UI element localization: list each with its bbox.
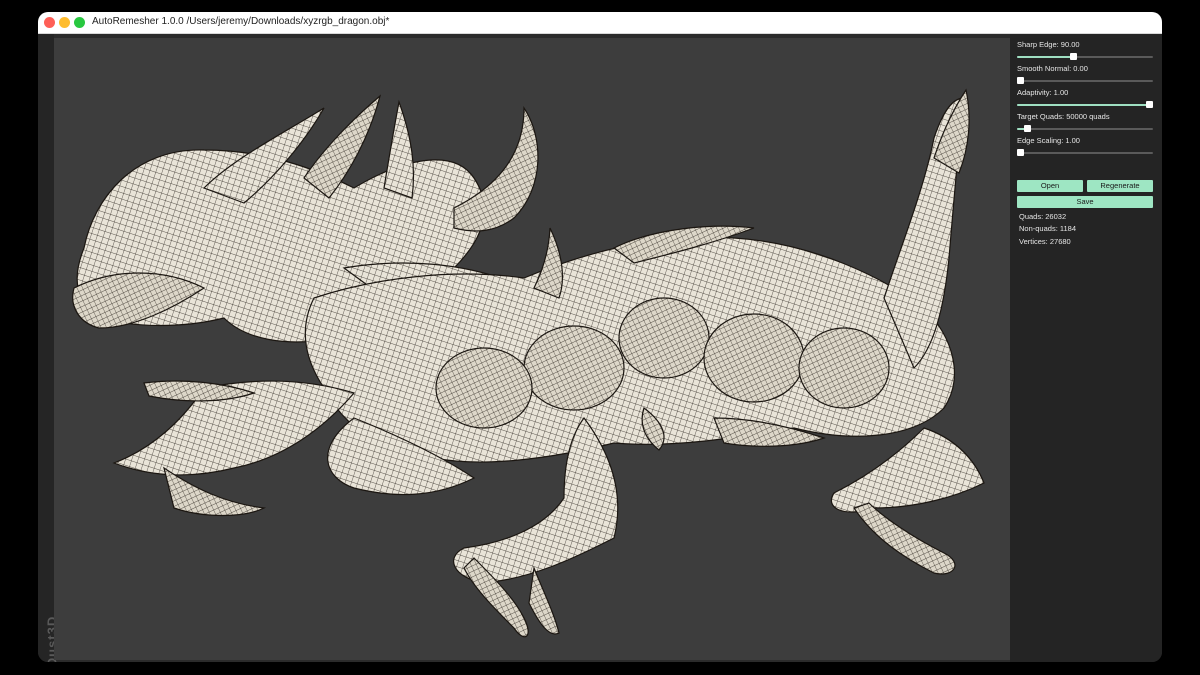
- slider-track: [1017, 152, 1153, 154]
- slider-thumb[interactable]: [1146, 101, 1153, 108]
- zoom-window-button[interactable]: [74, 17, 85, 28]
- slider-track: [1017, 128, 1153, 130]
- open-button[interactable]: Open: [1017, 180, 1083, 192]
- left-strip: Dust3D: [38, 34, 59, 662]
- window-title: AutoRemesher 1.0.0 /Users/jeremy/Downloa…: [92, 16, 390, 27]
- regenerate-button[interactable]: Regenerate: [1087, 180, 1153, 192]
- slider-fill: [1017, 56, 1073, 58]
- quads-count: Quads: 26032: [1019, 212, 1067, 221]
- non-quads-count: Non-quads: 1184: [1019, 224, 1076, 233]
- sharp-edge-slider[interactable]: [1017, 53, 1153, 61]
- slider-track: [1017, 80, 1153, 82]
- title-bar: AutoRemesher 1.0.0 /Users/jeremy/Downloa…: [38, 12, 1162, 34]
- close-window-button[interactable]: [44, 17, 55, 28]
- dragon-mesh-render: [72, 88, 985, 638]
- dragon-model: [72, 88, 985, 638]
- slider-fill: [1017, 104, 1153, 106]
- adaptivity-slider[interactable]: [1017, 101, 1153, 109]
- slider-thumb[interactable]: [1069, 53, 1077, 60]
- target-quads-label: Target Quads: 50000 quads: [1017, 112, 1110, 121]
- smooth-normal-slider[interactable]: [1017, 77, 1153, 85]
- 3d-viewport[interactable]: [54, 38, 1010, 660]
- minimize-window-button[interactable]: [59, 17, 70, 28]
- edge-scaling-label: Edge Scaling: 1.00: [1017, 136, 1080, 145]
- target-quads-slider[interactable]: [1017, 125, 1153, 133]
- settings-panel: Sharp Edge: 90.00 Smooth Normal: 0.00 Ad…: [1010, 34, 1162, 662]
- slider-thumb[interactable]: [1017, 149, 1024, 156]
- edge-scaling-slider[interactable]: [1017, 149, 1153, 157]
- adaptivity-label: Adaptivity: 1.00: [1017, 88, 1069, 97]
- save-button[interactable]: Save: [1017, 196, 1153, 208]
- sharp-edge-label: Sharp Edge: 90.00: [1017, 40, 1080, 49]
- smooth-normal-label: Smooth Normal: 0.00: [1017, 64, 1088, 73]
- app-window: AutoRemesher 1.0.0 /Users/jeremy/Downloa…: [38, 12, 1162, 662]
- slider-thumb[interactable]: [1023, 125, 1031, 132]
- vertices-count: Vertices: 27680: [1019, 237, 1071, 246]
- slider-thumb[interactable]: [1017, 77, 1024, 84]
